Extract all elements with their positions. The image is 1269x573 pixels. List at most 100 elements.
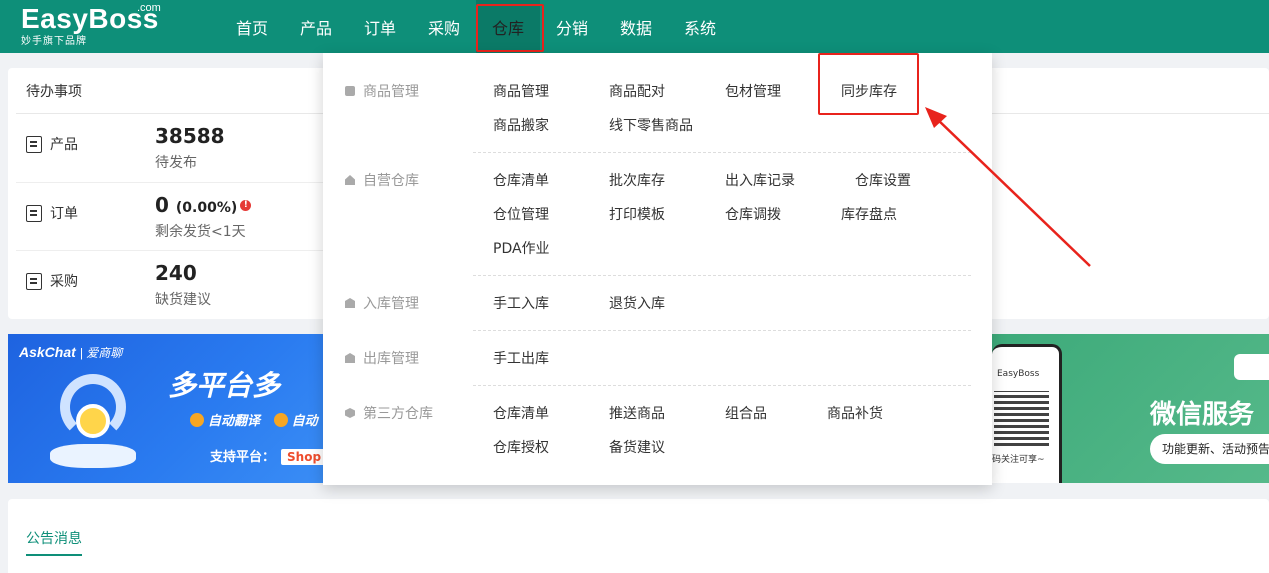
group-product-management: 商品管理 xyxy=(345,81,419,101)
banner-title: 微信服务 xyxy=(1150,400,1255,430)
home-icon xyxy=(345,175,355,185)
headset-illustration xyxy=(48,374,138,469)
askchat-banner[interactable]: AskChat | 爱商聊 多平台多 自动翻译 自动 支持平台： Shop xyxy=(8,334,324,483)
nav-system[interactable]: 系统 xyxy=(668,0,732,53)
menu-stock-records[interactable]: 出入库记录 xyxy=(725,170,795,190)
askchat-logo: AskChat | 爱商聊 xyxy=(19,344,122,361)
headset-base xyxy=(50,444,136,468)
menu-manual-outbound[interactable]: 手工出库 xyxy=(493,348,549,368)
divider xyxy=(473,275,971,276)
nav-warehouse[interactable]: 仓库 xyxy=(476,0,544,53)
feature-label: 自动翻译 xyxy=(208,414,261,429)
menu-push-products[interactable]: 推送商品 xyxy=(609,403,665,423)
menu-warehouse-authorization[interactable]: 仓库授权 xyxy=(493,437,549,457)
nav-label: 采购 xyxy=(427,18,460,38)
menu-print-templates[interactable]: 打印模板 xyxy=(609,204,665,224)
group-inbound: 入库管理 xyxy=(345,293,419,313)
top-navbar: EasyBoss .com 妙手旗下品牌 首页 产品 订单 采购 仓库 分销 数… xyxy=(0,0,1269,53)
todo-sub: 待发布 xyxy=(155,155,197,171)
tab-announcements[interactable]: 公告消息 xyxy=(26,528,82,556)
menu-return-inbound[interactable]: 退货入库 xyxy=(609,293,665,313)
brand-logo[interactable]: EasyBoss .com 妙手旗下品牌 xyxy=(21,2,161,48)
menu-stocktaking[interactable]: 库存盘点 xyxy=(841,204,897,224)
nav-products[interactable]: 产品 xyxy=(284,0,348,53)
box-icon xyxy=(345,298,355,308)
todo-value-group[interactable]: 0 (0.00%)! xyxy=(155,193,252,217)
wechat-banner[interactable]: EasyBoss 码关注可享~ 微信服务 功能更新、活动预告 xyxy=(992,334,1269,483)
menu-product-pairing[interactable]: 商品配对 xyxy=(609,81,665,101)
nav-home[interactable]: 首页 xyxy=(220,0,284,53)
group-label: 出库管理 xyxy=(363,351,419,367)
todo-percent: (0.00%) xyxy=(175,200,238,216)
group-label: 自营仓库 xyxy=(363,173,419,189)
divider xyxy=(473,152,971,153)
hex-icon xyxy=(345,408,355,418)
menu-warehouse-list[interactable]: 仓库清单 xyxy=(493,170,549,190)
warehouse-dropdown-menu: 商品管理 商品管理 商品配对 包材管理 同步库存 商品搬家 线下零售商品 自营仓… xyxy=(323,53,992,485)
menu-batch-inventory[interactable]: 批次库存 xyxy=(609,170,665,190)
todo-sub: 剩余发货<1天 xyxy=(155,224,246,240)
todo-sub: 缺货建议 xyxy=(155,292,211,308)
menu-offline-retail-products[interactable]: 线下零售商品 xyxy=(609,115,693,135)
nav-label: 系统 xyxy=(683,18,716,38)
warning-icon: ! xyxy=(240,200,252,211)
todo-row-purchase[interactable]: 采购 240 缺货建议 xyxy=(8,251,338,319)
group-own-warehouse: 自营仓库 xyxy=(345,170,419,190)
highlight-box xyxy=(818,53,919,115)
platform-label: 支持平台： xyxy=(210,450,276,465)
brand-tagline: 妙手旗下品牌 xyxy=(21,36,87,47)
notice-card: 公告消息 xyxy=(8,499,1269,573)
box-icon xyxy=(345,353,355,363)
menu-manual-inbound[interactable]: 手工入库 xyxy=(493,293,549,313)
nav-label: 产品 xyxy=(299,18,332,38)
nav-data[interactable]: 数据 xyxy=(604,0,668,53)
group-third-party-warehouse: 第三方仓库 xyxy=(345,403,433,423)
todo-title: 待办事项 xyxy=(26,84,82,100)
banner-features: 自动翻译 自动 xyxy=(190,410,318,429)
todo-value: 0 xyxy=(155,193,169,217)
nav-label: 仓库 xyxy=(491,18,524,38)
phone-illustration: EasyBoss 码关注可享~ xyxy=(992,344,1062,483)
menu-product-management[interactable]: 商品管理 xyxy=(493,81,549,101)
menu-warehouse-settings[interactable]: 仓库设置 xyxy=(855,170,911,190)
menu-stocking-suggestions[interactable]: 备货建议 xyxy=(609,437,665,457)
divider xyxy=(473,385,971,386)
nav-orders[interactable]: 订单 xyxy=(348,0,412,53)
todo-row-products[interactable]: 产品 38588 待发布 xyxy=(8,114,338,182)
shopee-chip: Shop xyxy=(281,449,324,465)
menu-pda-operations[interactable]: PDA作业 xyxy=(493,238,550,258)
menu-packaging-management[interactable]: 包材管理 xyxy=(725,81,781,101)
todo-value[interactable]: 38588 xyxy=(155,124,225,148)
menu-bundle-products[interactable]: 组合品 xyxy=(725,403,767,423)
qr-code-icon xyxy=(994,391,1049,446)
nav-label: 数据 xyxy=(619,18,652,38)
nav-distribution[interactable]: 分销 xyxy=(540,0,604,53)
product-icon xyxy=(26,136,42,153)
purchase-icon xyxy=(26,273,42,290)
askchat-logo-cn: | 爱商聊 xyxy=(79,346,123,360)
todo-value[interactable]: 240 xyxy=(155,261,197,285)
banner-title: 多平台多 xyxy=(168,369,281,402)
banner-platforms: 支持平台： Shop xyxy=(210,446,324,465)
feature-label: 自动 xyxy=(291,414,318,429)
nav-purchase[interactable]: 采购 xyxy=(412,0,476,53)
brand-badge-icon xyxy=(1234,354,1269,380)
todo-row-orders[interactable]: 订单 0 (0.00%)! 剩余发货<1天 xyxy=(8,183,338,251)
check-icon xyxy=(190,413,204,427)
menu-product-migration[interactable]: 商品搬家 xyxy=(493,115,549,135)
menu-location-management[interactable]: 仓位管理 xyxy=(493,204,549,224)
group-outbound: 出库管理 xyxy=(345,348,419,368)
todo-label: 订单 xyxy=(50,206,78,222)
group-label: 入库管理 xyxy=(363,296,419,312)
order-icon xyxy=(26,205,42,222)
divider xyxy=(473,330,971,331)
menu-3pl-warehouse-list[interactable]: 仓库清单 xyxy=(493,403,549,423)
menu-product-replenishment[interactable]: 商品补货 xyxy=(827,403,883,423)
banner-pill: 功能更新、活动预告 xyxy=(1150,434,1269,464)
askchat-logo-text: AskChat xyxy=(19,344,76,360)
qr-caption: 码关注可享~ xyxy=(992,455,1045,465)
brand-suffix: .com xyxy=(137,2,161,14)
nav-label: 分销 xyxy=(555,18,588,38)
group-label: 第三方仓库 xyxy=(363,406,433,422)
menu-warehouse-transfer[interactable]: 仓库调拨 xyxy=(725,204,781,224)
